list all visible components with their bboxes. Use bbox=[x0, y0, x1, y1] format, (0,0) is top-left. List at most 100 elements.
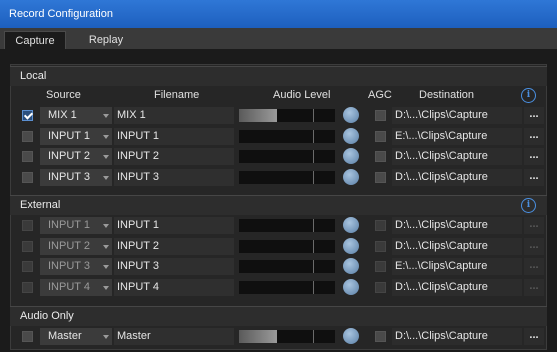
source-label: Master bbox=[48, 330, 82, 342]
ellipsis-browse-icon[interactable]: ... bbox=[524, 237, 544, 255]
audio-level-meter bbox=[239, 280, 335, 294]
destination-field[interactable]: D:\...\Clips\Capture bbox=[392, 328, 522, 345]
enable-checkbox[interactable] bbox=[22, 261, 33, 272]
chevron-down-icon bbox=[103, 285, 109, 290]
filename-field[interactable]: INPUT 2 bbox=[114, 148, 234, 165]
enable-checkbox[interactable] bbox=[22, 151, 33, 162]
source-label: INPUT 2 bbox=[48, 150, 90, 162]
audio-level-marker bbox=[313, 330, 314, 343]
audio-level-meter bbox=[239, 170, 335, 184]
enable-checkbox[interactable] bbox=[22, 220, 33, 231]
audio-gain-knob[interactable] bbox=[343, 217, 359, 233]
ellipsis-browse-icon[interactable]: ... bbox=[524, 328, 544, 345]
audio-gain-knob[interactable] bbox=[343, 107, 359, 123]
agc-checkbox[interactable] bbox=[375, 130, 386, 142]
audio-gain-knob[interactable] bbox=[343, 278, 359, 295]
source-label: INPUT 1 bbox=[48, 219, 90, 231]
audio-level-meter bbox=[239, 109, 335, 122]
filename-field[interactable]: INPUT 3 bbox=[114, 258, 234, 275]
audio-level-marker bbox=[313, 170, 314, 184]
filename-field[interactable]: INPUT 3 bbox=[114, 168, 234, 186]
source-dropdown[interactable]: INPUT 1 bbox=[40, 127, 112, 145]
audio-level-marker bbox=[313, 239, 314, 253]
audio-gain-knob[interactable] bbox=[343, 237, 359, 254]
record-row: INPUT 1 INPUT 1 E:\...\Clips\Capture... bbox=[14, 127, 544, 146]
source-dropdown[interactable]: Master bbox=[40, 328, 112, 345]
filename-field[interactable]: INPUT 1 bbox=[114, 127, 234, 145]
filename-field[interactable]: MIX 1 bbox=[114, 107, 234, 124]
source-dropdown[interactable]: INPUT 2 bbox=[40, 148, 112, 165]
window-title: Record Configuration bbox=[9, 8, 113, 20]
enable-checkbox[interactable] bbox=[22, 331, 33, 342]
agc-checkbox[interactable] bbox=[375, 240, 386, 252]
destination-field[interactable]: E:\...\Clips\Capture bbox=[392, 127, 522, 145]
filename-field[interactable]: INPUT 2 bbox=[114, 237, 234, 255]
source-label: INPUT 3 bbox=[48, 260, 90, 272]
chevron-down-icon bbox=[103, 335, 109, 339]
audio-level-meter bbox=[239, 129, 335, 143]
enable-checkbox[interactable] bbox=[22, 110, 33, 121]
ellipsis-browse-icon[interactable]: ... bbox=[524, 148, 544, 165]
audio-level-meter bbox=[239, 260, 335, 273]
audio-gain-knob[interactable] bbox=[343, 168, 359, 185]
audio-level-marker bbox=[313, 219, 314, 232]
record-row: INPUT 2 INPUT 2 D:\...\Clips\Capture... bbox=[14, 147, 544, 166]
window-titlebar[interactable]: Record Configuration bbox=[0, 0, 557, 28]
chevron-down-icon bbox=[103, 265, 109, 269]
enable-checkbox[interactable] bbox=[22, 240, 33, 252]
agc-checkbox[interactable] bbox=[375, 261, 386, 272]
source-dropdown[interactable]: INPUT 3 bbox=[40, 258, 112, 275]
agc-checkbox[interactable] bbox=[375, 151, 386, 162]
audio-gain-knob[interactable] bbox=[343, 127, 359, 144]
ellipsis-browse-icon[interactable]: ... bbox=[524, 168, 544, 186]
destination-field[interactable]: D:\...\Clips\Capture bbox=[392, 278, 522, 296]
record-row: INPUT 3 INPUT 3 E:\...\Clips\Capture... bbox=[14, 257, 544, 276]
source-dropdown[interactable]: INPUT 1 bbox=[40, 217, 112, 234]
audio-gain-knob[interactable] bbox=[343, 258, 359, 274]
info-icon[interactable]: i bbox=[521, 88, 536, 103]
ellipsis-browse-icon[interactable]: ... bbox=[524, 107, 544, 124]
record-row: INPUT 1 INPUT 1 D:\...\Clips\Capture... bbox=[14, 216, 544, 235]
filename-field[interactable]: Master bbox=[114, 328, 234, 345]
column-header-destination: Destination bbox=[419, 89, 475, 101]
agc-checkbox[interactable] bbox=[375, 281, 386, 293]
agc-checkbox[interactable] bbox=[375, 331, 386, 342]
destination-field[interactable]: D:\...\Clips\Capture bbox=[392, 168, 522, 186]
enable-checkbox[interactable] bbox=[22, 130, 33, 142]
tab-capture[interactable]: Capture bbox=[4, 31, 66, 49]
section-header-local bbox=[10, 66, 547, 86]
column-header-source: Source bbox=[46, 89, 81, 101]
destination-field[interactable]: D:\...\Clips\Capture bbox=[392, 237, 522, 255]
ellipsis-browse-icon[interactable]: ... bbox=[524, 127, 544, 145]
audio-level-marker bbox=[313, 150, 314, 163]
audio-gain-knob[interactable] bbox=[343, 328, 359, 344]
record-row: INPUT 4 INPUT 4 D:\...\Clips\Capture... bbox=[14, 278, 544, 297]
audio-gain-knob[interactable] bbox=[343, 148, 359, 164]
destination-field[interactable]: D:\...\Clips\Capture bbox=[392, 107, 522, 124]
source-dropdown[interactable]: INPUT 2 bbox=[40, 237, 112, 255]
source-dropdown[interactable]: INPUT 3 bbox=[40, 168, 112, 186]
agc-checkbox[interactable] bbox=[375, 110, 386, 121]
section-header-external bbox=[10, 195, 547, 215]
agc-checkbox[interactable] bbox=[375, 220, 386, 231]
destination-field[interactable]: D:\...\Clips\Capture bbox=[392, 217, 522, 234]
chevron-down-icon bbox=[103, 175, 109, 180]
source-dropdown[interactable]: MIX 1 bbox=[40, 107, 112, 124]
destination-field[interactable]: D:\...\Clips\Capture bbox=[392, 148, 522, 165]
destination-field[interactable]: E:\...\Clips\Capture bbox=[392, 258, 522, 275]
ellipsis-browse-icon[interactable]: ... bbox=[524, 217, 544, 234]
chevron-down-icon bbox=[103, 155, 109, 159]
enable-checkbox[interactable] bbox=[22, 281, 33, 293]
agc-checkbox[interactable] bbox=[375, 171, 386, 183]
source-dropdown[interactable]: INPUT 4 bbox=[40, 278, 112, 296]
filename-field[interactable]: INPUT 4 bbox=[114, 278, 234, 296]
source-label: INPUT 4 bbox=[48, 280, 90, 293]
ellipsis-browse-icon[interactable]: ... bbox=[524, 278, 544, 296]
tab-replay[interactable]: Replay bbox=[76, 31, 136, 49]
column-header-audio-level: Audio Level bbox=[273, 89, 331, 101]
ellipsis-browse-icon[interactable]: ... bbox=[524, 258, 544, 275]
info-icon[interactable]: i bbox=[521, 198, 536, 213]
enable-checkbox[interactable] bbox=[22, 171, 33, 183]
filename-field[interactable]: INPUT 1 bbox=[114, 217, 234, 234]
column-header-agc: AGC bbox=[368, 89, 392, 101]
